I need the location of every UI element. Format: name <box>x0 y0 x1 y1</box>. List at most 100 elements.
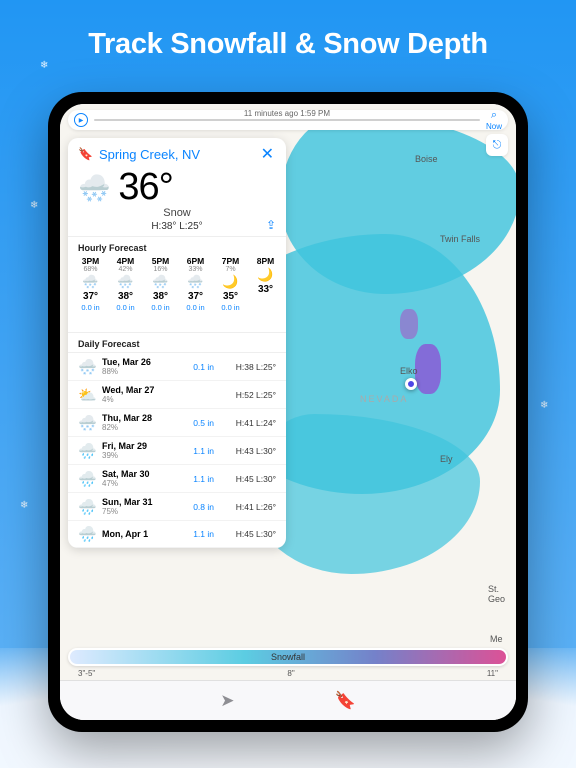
hour-temp: 38° <box>144 291 177 302</box>
hourly-forecast[interactable]: 3PM68%🌨️37°0.0 in4PM42%🌨️38°0.0 in5PM16%… <box>68 256 286 332</box>
daily-row[interactable]: 🌧️Mon, Apr 11.1 inH:45 L:30° <box>68 521 286 548</box>
hour-precip: 0.0 in <box>74 303 107 312</box>
hour-icon: 🌨️ <box>74 274 107 290</box>
hour-icon: 🌙 <box>214 274 247 290</box>
region-label: NEVADA <box>360 394 408 404</box>
hour-precip: 0.0 in <box>109 303 142 312</box>
hourly-title: Hourly Forecast <box>68 236 286 256</box>
hourly-column[interactable]: 5PM16%🌨️38°0.0 in <box>144 256 177 326</box>
daily-row[interactable]: 🌧️ Sun, Mar 3175% 0.8 in H:41 L:26° <box>68 493 286 521</box>
hour-precip-pct: 16% <box>144 266 177 273</box>
location-name[interactable]: Spring Creek, NV <box>99 147 253 162</box>
panel-header: 🔖 Spring Creek, NV ✕ 🌨️ 36° Snow H:38° L… <box>68 138 286 236</box>
day-hilo: H:45 L:30° <box>220 474 276 484</box>
day-hilo: H:45 L:30° <box>220 529 276 539</box>
hour-precip: 0.0 in <box>214 303 247 312</box>
day-date: Tue, Mar 26 <box>102 357 178 367</box>
hour-temp: 37° <box>74 291 107 302</box>
snowflake-icon: ❄ <box>20 500 28 511</box>
day-precip: 0.5 in <box>184 418 214 428</box>
hourly-column[interactable]: 3PM68%🌨️37°0.0 in <box>74 256 107 326</box>
day-date: Fri, Mar 29 <box>102 441 178 451</box>
hour-time: 7PM <box>214 256 247 266</box>
day-precip: 0.1 in <box>184 362 214 372</box>
hour-temp: 35° <box>214 291 247 302</box>
current-temp: 36° <box>118 166 172 209</box>
day-date: Thu, Mar 28 <box>102 413 178 423</box>
day-precip-pct: 82% <box>102 423 178 432</box>
day-hilo: H:41 L:26° <box>220 502 276 512</box>
day-precip: 1.1 in <box>184 474 214 484</box>
hour-precip-pct: 7% <box>214 266 247 273</box>
day-precip-pct: 75% <box>102 507 178 516</box>
play-button[interactable]: ▶ <box>74 113 88 127</box>
legend-label: Snowfall <box>68 652 508 662</box>
day-icon: 🌨️ <box>78 414 96 432</box>
legend-ticks: 3"-5" 8" 11" <box>68 669 508 678</box>
day-icon: 🌧️ <box>78 442 96 460</box>
hour-precip-pct: 33% <box>179 266 212 273</box>
daily-forecast[interactable]: 🌨️ Tue, Mar 2688% 0.1 in H:38 L:25° ⛅Wed, Ma… <box>68 352 286 548</box>
promo-headline: Track Snowfall & Snow Depth <box>0 28 576 61</box>
app-screen: Boise Twin Falls Elko NEVADA Ely St. Geo… <box>60 104 516 720</box>
hour-precip: 0.0 in <box>144 303 177 312</box>
locate-tab[interactable]: ➤ <box>220 691 234 711</box>
location-pin[interactable] <box>405 378 417 390</box>
day-precip-pct: 4% <box>102 395 178 404</box>
condition-label: Snow <box>78 207 276 219</box>
day-icon: 🌨️ <box>78 358 96 376</box>
day-precip: 0.8 in <box>184 502 214 512</box>
now-button[interactable]: ⌕ Now <box>486 109 502 131</box>
day-precip-pct: 39% <box>102 451 178 460</box>
day-hilo: H:43 L:30° <box>220 446 276 456</box>
hourly-column[interactable]: 4PM42%🌨️38°0.0 in <box>109 256 142 326</box>
timeline-track[interactable]: 11 minutes ago 1:59 PM <box>94 119 480 121</box>
hourly-column[interactable]: 7PM7%🌙35°0.0 in <box>214 256 247 326</box>
daily-row[interactable]: 🌧️Sat, Mar 3047%1.1 inH:45 L:30° <box>68 465 286 493</box>
tab-bar: ➤ 🔖 <box>60 680 516 720</box>
daily-row[interactable]: 🌨️ Thu, Mar 2882% 0.5 in H:41 L:24° <box>68 409 286 437</box>
daily-title: Daily Forecast <box>68 332 286 352</box>
bookmarks-tab[interactable]: 🔖 <box>335 691 356 711</box>
daily-row[interactable]: 🌧️ Fri, Mar 2939% 1.1 in H:43 L:30° <box>68 437 286 465</box>
hour-temp: 37° <box>179 291 212 302</box>
hour-icon: 🌨️ <box>179 274 212 290</box>
day-hilo: H:38 L:25° <box>220 362 276 372</box>
bookmark-icon[interactable]: 🔖 <box>78 147 93 161</box>
city-label: Elko <box>400 366 418 376</box>
timeline-timestamp: 11 minutes ago 1:59 PM <box>244 109 330 118</box>
snowfall-legend: Snowfall <box>68 648 508 666</box>
close-panel-button[interactable]: ✕ <box>259 144 276 164</box>
snowflake-icon: ❄ <box>30 200 38 211</box>
day-precip-pct: 88% <box>102 367 178 376</box>
daily-row[interactable]: ⛅Wed, Mar 274%H:52 L:25° <box>68 381 286 409</box>
hour-temp: 33° <box>249 284 282 295</box>
forecast-panel: 🔖 Spring Creek, NV ✕ 🌨️ 36° Snow H:38° L… <box>68 138 286 548</box>
hour-precip-pct: 68% <box>74 266 107 273</box>
day-date: Sun, Mar 31 <box>102 497 178 507</box>
day-precip: 1.1 in <box>184 446 214 456</box>
day-icon: 🌧️ <box>78 498 96 516</box>
city-label: Ely <box>440 454 453 464</box>
hour-icon: 🌨️ <box>144 274 177 290</box>
day-icon: 🌧️ <box>78 470 96 488</box>
day-precip: 1.1 in <box>184 529 214 539</box>
share-map-button[interactable]: ⎋ <box>486 134 508 156</box>
snowflake-icon: ❄ <box>40 60 48 71</box>
day-date: Wed, Mar 27 <box>102 385 178 395</box>
tablet-frame: Boise Twin Falls Elko NEVADA Ely St. Geo… <box>48 92 528 732</box>
day-icon: 🌧️ <box>78 525 96 543</box>
city-label: Me <box>490 634 503 644</box>
daily-row[interactable]: 🌨️ Tue, Mar 2688% 0.1 in H:38 L:25° <box>68 353 286 381</box>
hour-time: 6PM <box>179 256 212 266</box>
timeline-scrubber[interactable]: ▶ 11 minutes ago 1:59 PM ⌕ Now <box>68 110 508 130</box>
day-hilo: H:41 L:24° <box>220 418 276 428</box>
hour-precip: 0.0 in <box>179 303 212 312</box>
hourly-column[interactable]: 8PM🌙33° <box>249 256 282 326</box>
condition-icon: 🌨️ <box>78 175 110 201</box>
hour-time: 4PM <box>109 256 142 266</box>
share-forecast-button[interactable]: ⇪ <box>266 218 276 232</box>
hour-precip-pct: 42% <box>109 266 142 273</box>
hourly-column[interactable]: 6PM33%🌨️37°0.0 in <box>179 256 212 326</box>
city-label: Boise <box>415 154 438 164</box>
